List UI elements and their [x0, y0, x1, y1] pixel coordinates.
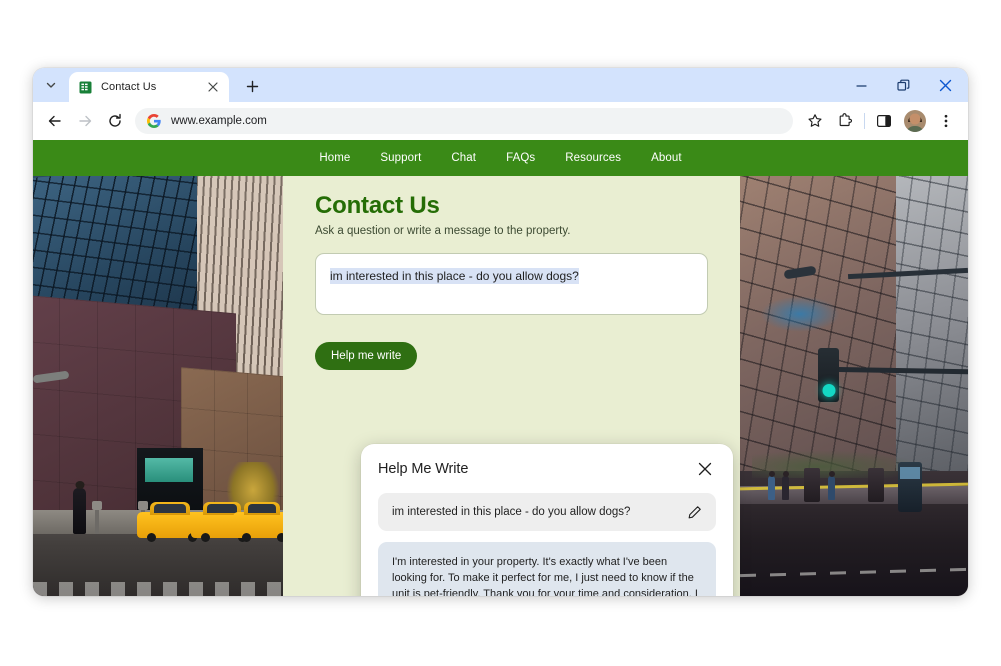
three-dot-menu-icon[interactable]	[932, 107, 960, 135]
tab-search-chevron-down-icon[interactable]	[37, 71, 65, 99]
nav-item-resources[interactable]: Resources	[565, 152, 621, 164]
tab-close-icon[interactable]	[205, 79, 221, 95]
nav-item-chat[interactable]: Chat	[451, 152, 476, 164]
reload-icon[interactable]	[101, 107, 129, 135]
nav-item-support[interactable]: Support	[380, 152, 421, 164]
window-minimize-button[interactable]	[840, 68, 882, 102]
help-me-write-button[interactable]: Help me write	[315, 342, 418, 370]
spreadsheet-icon	[79, 81, 92, 94]
star-icon[interactable]	[801, 107, 829, 135]
avatar[interactable]	[904, 110, 926, 132]
city-building-photo-left	[33, 176, 283, 596]
site-navigation: Home Support Chat FAQs Resources About	[33, 140, 968, 176]
page-subtitle: Ask a question or write a message to the…	[315, 225, 571, 237]
nav-item-faqs[interactable]: FAQs	[506, 152, 535, 164]
google-g-icon	[147, 114, 161, 128]
message-textarea[interactable]: im interested in this place - do you all…	[315, 253, 708, 315]
dialog-prompt-value: im interested in this place - do you all…	[392, 506, 631, 518]
side-panel-icon[interactable]	[870, 107, 898, 135]
tab-strip: Contact Us	[33, 68, 968, 102]
window-restore-button[interactable]	[882, 68, 924, 102]
dialog-result-card: I'm interested in your property. It's ex…	[378, 542, 716, 596]
message-textarea-value: im interested in this place - do you all…	[330, 268, 579, 284]
dialog-result-text: I'm interested in your property. It's ex…	[392, 556, 698, 596]
help-me-write-dialog: Help Me Write im interested in this plac…	[361, 444, 733, 596]
dialog-prompt-field[interactable]: im interested in this place - do you all…	[378, 493, 716, 531]
dialog-header: Help Me Write	[378, 458, 716, 480]
tab-title: Contact Us	[101, 81, 157, 93]
browser-window: Contact Us www.example.com Home Support …	[33, 68, 968, 596]
page-viewport: Home Support Chat FAQs Resources About C…	[33, 140, 968, 596]
dialog-close-icon[interactable]	[694, 458, 716, 480]
puzzle-piece-icon[interactable]	[831, 107, 859, 135]
forward-arrow-icon[interactable]	[71, 107, 99, 135]
traffic-light-icon	[818, 348, 839, 402]
page-title: Contact Us	[315, 192, 440, 219]
pencil-icon[interactable]	[684, 502, 704, 522]
address-bar-url: www.example.com	[171, 115, 267, 127]
back-arrow-icon[interactable]	[41, 107, 69, 135]
browser-toolbar: www.example.com	[33, 102, 968, 140]
dialog-title: Help Me Write	[378, 461, 469, 477]
nav-item-home[interactable]: Home	[319, 152, 350, 164]
nav-item-about[interactable]: About	[651, 152, 682, 164]
browser-tab-contact-us[interactable]: Contact Us	[69, 72, 229, 102]
window-close-button[interactable]	[924, 68, 966, 102]
address-bar[interactable]: www.example.com	[135, 108, 793, 134]
city-street-photo-right	[740, 176, 968, 596]
toolbar-divider	[864, 113, 865, 129]
window-controls	[840, 68, 968, 102]
new-tab-button[interactable]	[239, 73, 265, 99]
